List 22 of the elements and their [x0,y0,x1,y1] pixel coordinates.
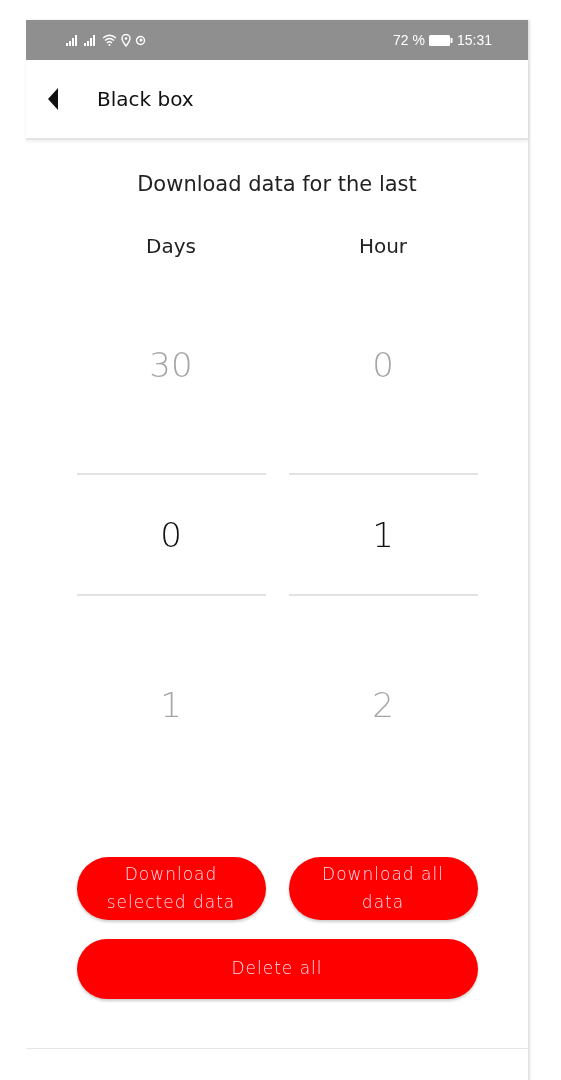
prompt-text: Download data for the last [137,172,417,196]
delete-button[interactable]: Delete all [76,939,478,999]
back-icon [48,88,58,110]
download-button[interactable]: Download selected data [76,857,266,920]
picker-value[interactable]: 2 [288,644,478,765]
signal-icon [66,34,80,46]
wifi-icon [102,34,117,46]
circle-icon [135,34,146,46]
download-button[interactable]: Download all data [288,857,478,920]
selected-value[interactable]: 0 [76,473,266,596]
picker-label: Days [146,234,196,258]
location-icon [121,33,131,47]
picker-label: Hour [358,234,408,258]
screen-title: Black box [97,87,194,111]
picker-value[interactable]: 30 [76,304,266,425]
picker-value[interactable]: 1 [76,644,266,765]
signal-icon [84,34,98,46]
selected-value[interactable]: 1 [288,473,478,596]
battery-percent: 72 % [393,32,425,48]
battery-icon [428,34,453,46]
clock: 15:31 [456,32,492,48]
picker-value[interactable]: 0 [288,304,478,425]
